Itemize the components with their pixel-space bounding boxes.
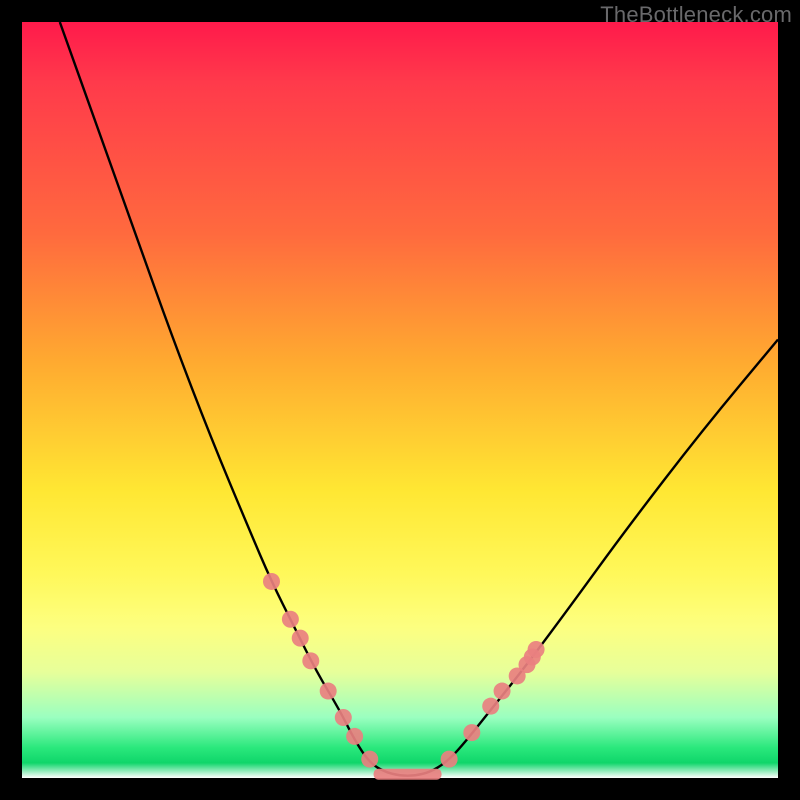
marker-left-3 [302, 652, 319, 669]
chart-frame: TheBottleneck.com [0, 0, 800, 800]
marker-right-3 [494, 683, 511, 700]
marker-left-4 [320, 683, 337, 700]
marker-right-1 [463, 724, 480, 741]
marker-left-7 [361, 751, 378, 768]
watermark-text: TheBottleneck.com [600, 2, 792, 28]
marker-left-5 [335, 709, 352, 726]
bottleneck-curve [60, 22, 778, 776]
marker-right-2 [482, 698, 499, 715]
markers-left-group [263, 573, 378, 768]
marker-right-0 [441, 751, 458, 768]
marker-right-7 [528, 641, 545, 658]
marker-left-2 [292, 630, 309, 647]
markers-right-group [441, 641, 545, 768]
marker-left-6 [346, 728, 363, 745]
plot-area [22, 22, 778, 778]
curve-svg [22, 22, 778, 778]
minimum-band [374, 769, 442, 780]
marker-left-1 [282, 611, 299, 628]
marker-left-0 [263, 573, 280, 590]
